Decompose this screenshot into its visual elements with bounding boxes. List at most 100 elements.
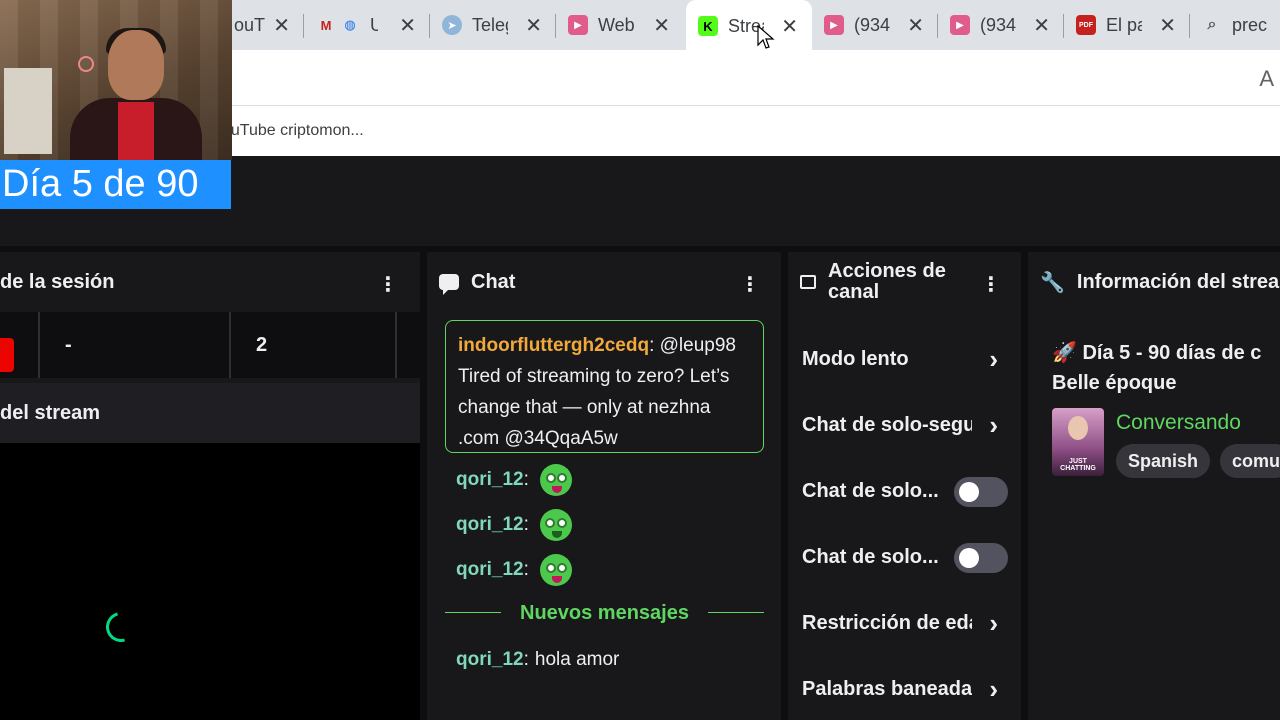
browser-tab-youtube[interactable]: ▶ (934 ✕ [938,0,1064,50]
chat-message-text: hola amor [534,649,620,670]
browser-tab-gmail[interactable]: M ◍ U ✕ [304,0,430,50]
action-chat-only-toggle[interactable]: Chat de solo... [802,537,1008,577]
highlighted-chat-message[interactable]: indoorfluttergh2cedq: @leup98 Tired of s… [445,320,764,453]
toggle-switch[interactable] [954,543,1008,573]
day-counter-banner: Día 5 de 90 [0,160,231,209]
divider [395,312,397,378]
stream-tag[interactable]: Spanish [1116,444,1211,478]
action-age-restriction[interactable]: Restricción de edad › [802,603,1008,643]
wall-badge-icon [78,56,94,72]
kick-icon: K [698,16,718,36]
divider [38,312,40,378]
panel-title: Acciones de canal [828,260,946,303]
session-stats: - 2 [0,312,420,378]
action-banned-words[interactable]: Palabras baneadas › [802,669,1008,709]
action-chat-only-toggle[interactable]: Chat de solo... [802,471,1008,511]
reader-mode-icon[interactable]: A [1259,66,1274,92]
tab-title: El pa [1106,14,1142,35]
chat-username[interactable]: qori_12 [456,469,524,491]
channel-actions-icon [800,275,816,289]
action-label: Modo lento [802,347,909,370]
panel-title: de la sesión [0,270,115,293]
session-panel: de la sesión ⋮ - 2 del stream [0,252,420,720]
close-icon[interactable]: ✕ [653,13,670,38]
action-label: Chat de solo... [802,545,939,568]
chevron-right-icon: › [989,674,998,704]
chat-username[interactable]: qori_12 [456,514,524,536]
chat-message[interactable]: qori_12: [456,552,575,588]
youtube-icon: ▶ [568,15,588,35]
browser-tab-youtube[interactable]: ▶ (934 ✕ [812,0,938,50]
panel-header: de la sesión [0,252,420,312]
stream-title[interactable]: 🚀 Día 5 - 90 días de c [1052,338,1280,368]
stream-category[interactable]: Conversando [1116,408,1241,438]
tab-title: prec [1232,14,1268,35]
browser-tab-stream[interactable]: K Stream ✕ [686,0,812,52]
globe-icon: ◍ [344,17,356,32]
telegram-icon: ➤ [442,15,462,35]
stream-preview-video[interactable] [0,443,420,720]
tab-title: (934 [980,14,1016,35]
action-label: Chat de solo-seguidores [802,413,972,436]
bookmark-item[interactable]: ouTube criptomon... [222,122,364,140]
category-thumbnail[interactable]: JUST CHATTING [1052,408,1104,476]
close-icon[interactable]: ✕ [273,13,290,38]
chat-username[interactable]: indoorfluttergh2cedq [458,335,649,356]
close-icon[interactable]: ✕ [907,13,924,38]
stream-info-panel: 🔧 Información del stream 🚀 Día 5 - 90 dí… [1028,252,1280,720]
stat-value: 2 [256,334,268,356]
green-face-emote-icon[interactable] [537,507,575,543]
browser-tab-pdf[interactable]: PDF El pa ✕ [1064,0,1190,50]
browser-tab-telegram[interactable]: ➤ Telegram ✕ [430,0,556,50]
stream-preview-title: del stream [0,402,101,424]
new-messages-divider: Nuevos mensajes [445,598,764,628]
colon: : [523,469,529,490]
tab-title: Web [598,14,634,35]
panel-title: Chat [471,270,516,293]
close-icon[interactable]: ✕ [781,14,798,39]
chat-message[interactable]: qori_12: [456,462,575,498]
close-icon[interactable]: ✕ [1159,13,1176,38]
panel-title: Información del stream [1076,270,1280,293]
chat-message[interactable]: qori_12: [456,507,575,543]
chat-message[interactable]: qori_12: hola amor [456,642,619,678]
action-slow-mode[interactable]: Modo lento › [802,339,1008,379]
channel-actions-panel: Acciones de canal ⋮ Modo lento › Chat de … [788,252,1021,720]
colon: : [523,649,529,670]
close-icon[interactable]: ✕ [399,13,416,38]
tab-title: Telegram [472,14,508,35]
browser-tab[interactable]: ouT ✕ [222,0,304,50]
colon: : [523,559,529,580]
stream-tag[interactable]: comu [1220,444,1280,478]
cheering-green-emote-icon[interactable] [537,462,575,498]
colon: : [649,335,655,356]
new-messages-label: Nuevos mensajes [520,602,689,624]
cheering-green-emote-icon[interactable] [537,552,575,588]
webcam-overlay [0,0,232,160]
divider [229,312,231,378]
more-options-icon[interactable]: ⋮ [740,272,760,297]
toggle-switch[interactable] [954,477,1008,507]
action-followers-only[interactable]: Chat de solo-seguidores › [802,405,1008,445]
more-options-icon[interactable]: ⋮ [378,272,398,297]
chat-username[interactable]: qori_12 [456,559,524,581]
stat-value: - [65,334,72,356]
chevron-right-icon: › [989,344,998,374]
pdf-icon: PDF [1076,15,1096,35]
close-icon[interactable]: ✕ [1033,13,1050,38]
search-icon: ⌕ [1207,16,1217,33]
panel-header: Chat [427,252,781,312]
gmail-icon: M [320,17,332,33]
colon: : [523,514,529,535]
wall-poster [4,68,52,154]
tab-title: (934 [854,14,890,35]
more-options-icon[interactable]: ⋮ [981,272,1001,297]
live-indicator [0,338,14,372]
browser-tab-web[interactable]: ▶ Web ✕ [556,0,684,50]
browser-tab-search[interactable]: ⌕ prec [1190,0,1280,50]
streamer-face [108,30,164,100]
action-label: Palabras baneadas [802,677,972,700]
chat-username[interactable]: qori_12 [456,649,524,671]
youtube-icon: ▶ [950,15,970,35]
close-icon[interactable]: ✕ [525,13,542,38]
